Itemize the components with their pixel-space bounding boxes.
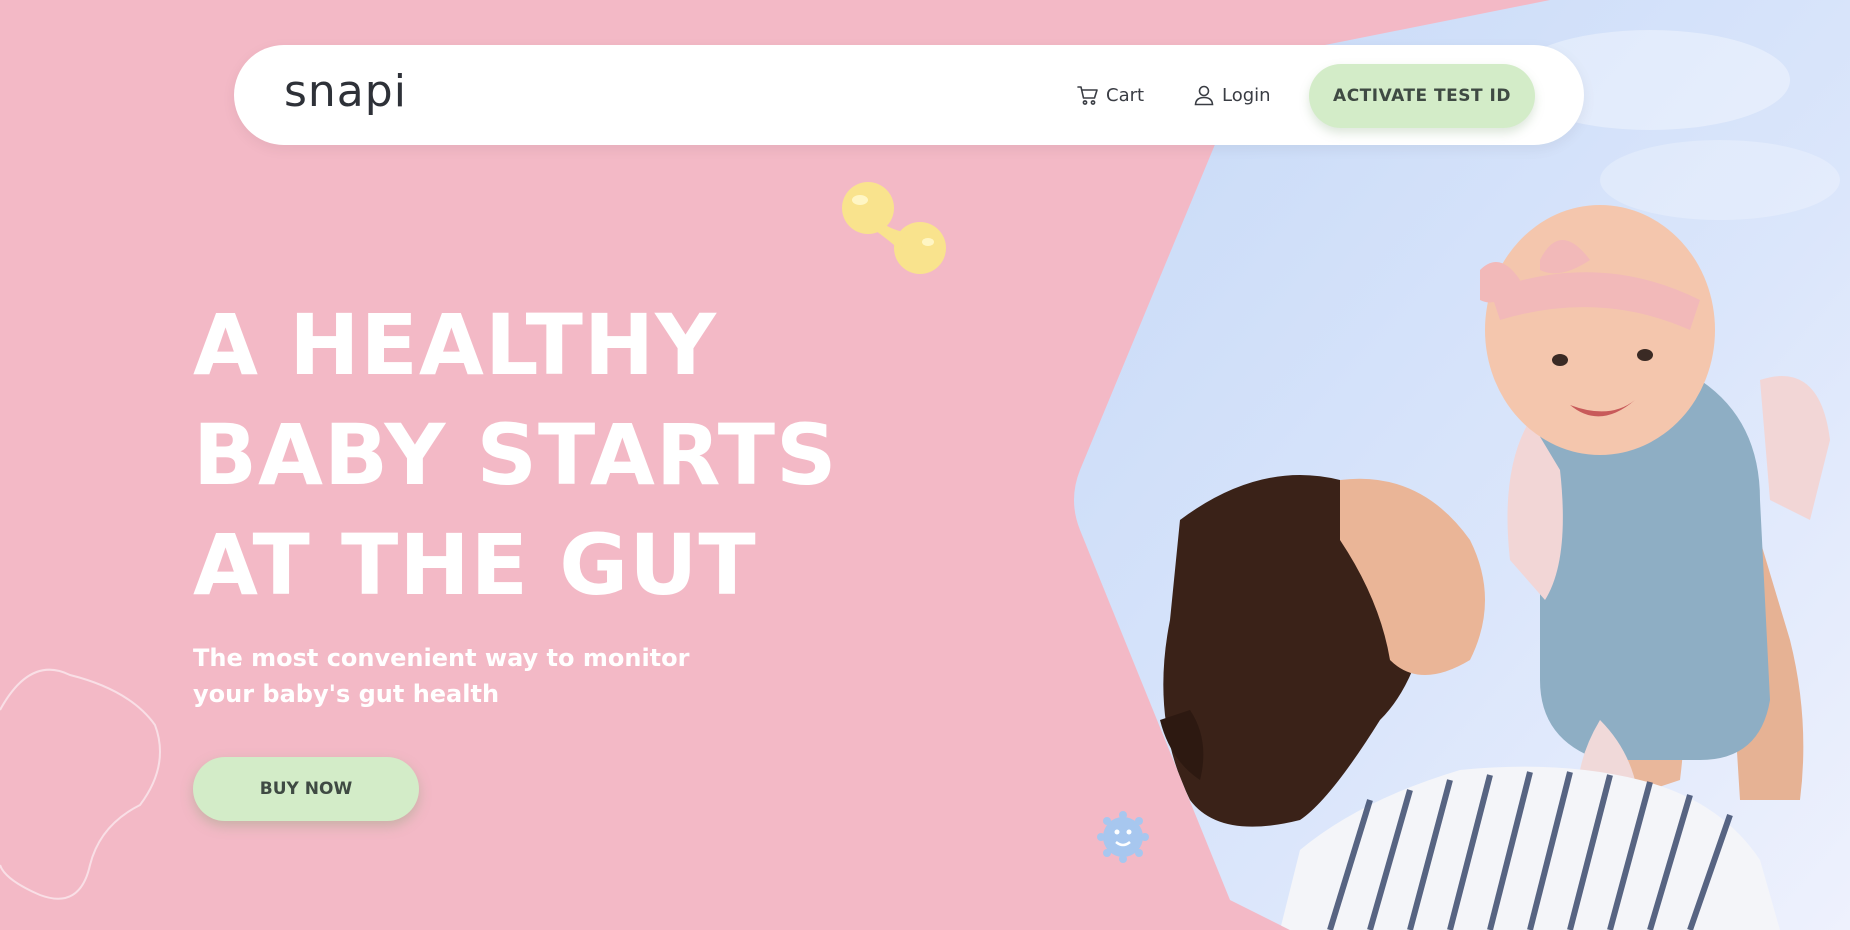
yellow-blob-decoration (842, 182, 946, 274)
microbe-decoration (1097, 811, 1149, 863)
subtitle-line-1: The most convenient way to monitor (193, 644, 690, 672)
hero-headline: A HEALTHY BABY STARTS AT THE GUT (193, 290, 838, 620)
headline-line-2: BABY STARTS (193, 406, 838, 504)
cart-label: Cart (1106, 84, 1145, 106)
top-navbar: snapi Cart Login ACTIVATE TEST ID (234, 45, 1584, 145)
snapi-logo[interactable]: snapi (284, 67, 407, 117)
headline-line-1: A HEALTHY (193, 296, 717, 394)
headline-line-3: AT THE GUT (193, 516, 757, 614)
cart-link[interactable]: Cart (1076, 83, 1144, 107)
cart-icon (1077, 86, 1098, 105)
user-icon (1194, 85, 1214, 106)
outline-blob-decoration (0, 668, 161, 900)
login-label: Login (1222, 84, 1271, 106)
activate-test-id-button[interactable]: ACTIVATE TEST ID (1309, 64, 1535, 128)
login-link[interactable]: Login (1192, 83, 1271, 107)
subtitle-line-2: your baby's gut health (193, 680, 500, 708)
buy-now-button[interactable]: BUY NOW (193, 757, 419, 821)
hero-subtitle: The most convenient way to monitor your … (193, 640, 713, 712)
